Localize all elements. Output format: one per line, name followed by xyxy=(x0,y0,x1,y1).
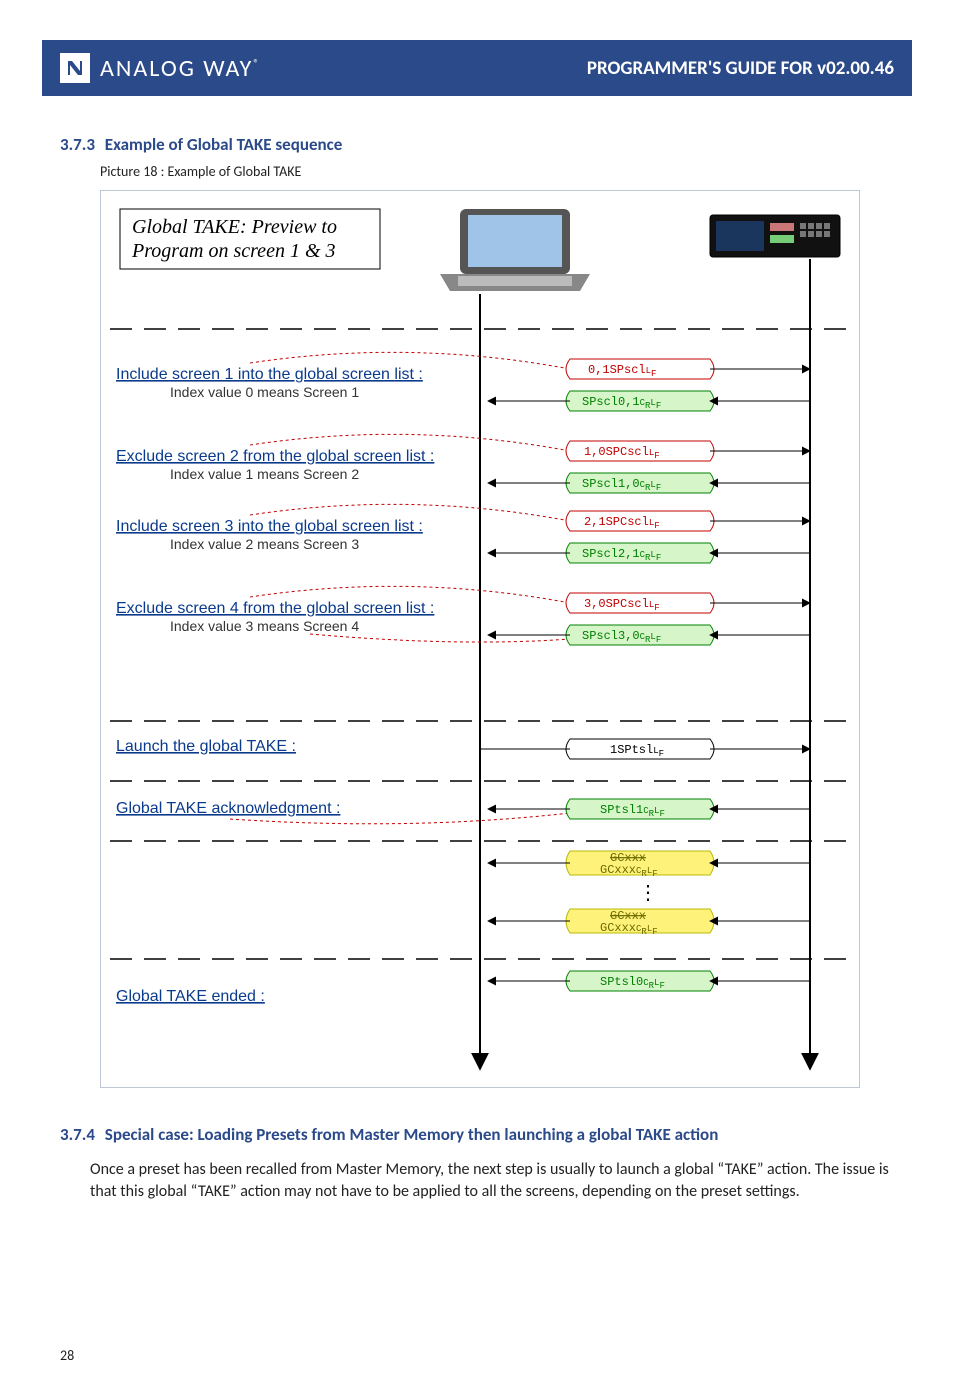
step-label: Include screen 1 into the global screen … xyxy=(116,366,423,383)
step-label: Global TAKE acknowledgment : xyxy=(116,800,340,817)
title-line1: Global TAKE: Preview to xyxy=(132,216,337,238)
device-icon xyxy=(710,215,840,257)
step-label: Exclude screen 4 from the global screen … xyxy=(116,600,434,617)
section-num: 3.7.4 xyxy=(60,1124,95,1145)
svg-text:2,1SPCsclLF: 2,1SPCsclLF xyxy=(584,515,660,531)
step-include-screen-1: Include screen 1 into the global screen … xyxy=(116,352,810,411)
step-sub: Index value 3 means Screen 4 xyxy=(170,618,359,634)
brand-text: ANALOG WAY® xyxy=(100,54,261,83)
section-title: Example of Global TAKE sequence xyxy=(105,134,343,155)
svg-text:3,0SPCsclLF: 3,0SPCsclLF xyxy=(584,597,660,613)
step-exclude-screen-4: Exclude screen 4 from the global screen … xyxy=(116,586,810,645)
step-include-screen-3: Include screen 3 into the global screen … xyxy=(116,504,810,563)
svg-text:1,0SPCsclLF: 1,0SPCsclLF xyxy=(584,445,660,461)
brand-name: ANALOG WAY xyxy=(100,54,253,83)
section-num: 3.7.3 xyxy=(60,134,95,155)
header-bar: ANALOG WAY® PROGRAMMER'S GUIDE FOR v02.0… xyxy=(42,40,912,96)
step-take-ack: Global TAKE acknowledgment : SPtsl1CRLF xyxy=(116,799,810,824)
section-heading-373: 3.7.3 Example of Global TAKE sequence xyxy=(60,134,894,155)
section-title: Special case: Loading Presets from Maste… xyxy=(105,1124,719,1145)
step-exclude-screen-2: Exclude screen 2 from the global screen … xyxy=(116,434,810,493)
figure-18: Global TAKE: Preview to Program on scree… xyxy=(100,190,860,1088)
step-launch-take: Launch the global TAKE : 1SPtslLF xyxy=(116,738,810,759)
step-label: Global TAKE ended : xyxy=(116,988,265,1005)
step-label: Include screen 3 into the global screen … xyxy=(116,518,423,535)
step-label: Launch the global TAKE : xyxy=(116,738,296,755)
step-take-ended: Global TAKE ended : SPtsl0CRLF xyxy=(116,971,810,1005)
doc-title: PROGRAMMER'S GUIDE FOR v02.00.46 xyxy=(587,57,894,80)
step-sub: Index value 0 means Screen 1 xyxy=(170,384,359,400)
section-374-para: Once a preset has been recalled from Mas… xyxy=(90,1159,894,1202)
sequence-diagram: Global TAKE: Preview to Program on scree… xyxy=(109,199,851,1079)
step-updates-1: GCxxx GCxxxCRLF xyxy=(488,851,810,879)
brand-badge-icon xyxy=(60,53,90,83)
step-label: Exclude screen 2 from the global screen … xyxy=(116,448,434,465)
step-updates-2: GCxxx GCxxxCRLF xyxy=(488,909,810,937)
brand-reg: ® xyxy=(253,57,261,70)
content: 3.7.3 Example of Global TAKE sequence Pi… xyxy=(0,96,954,1202)
svg-text:⋮: ⋮ xyxy=(638,882,658,904)
figure-caption: Picture 18 : Example of Global TAKE xyxy=(100,163,894,180)
laptop-icon xyxy=(440,209,590,291)
step-sub: Index value 1 means Screen 2 xyxy=(170,466,359,482)
title-line2: Program on screen 1 & 3 xyxy=(131,240,336,262)
step-sub: Index value 2 means Screen 3 xyxy=(170,536,359,552)
svg-text:GCxxxCRLF: GCxxxCRLF xyxy=(600,863,658,879)
section-heading-374: 3.7.4 Special case: Loading Presets from… xyxy=(60,1124,894,1145)
svg-text:GCxxxCRLF: GCxxxCRLF xyxy=(600,921,658,937)
brand: ANALOG WAY® xyxy=(42,53,261,83)
